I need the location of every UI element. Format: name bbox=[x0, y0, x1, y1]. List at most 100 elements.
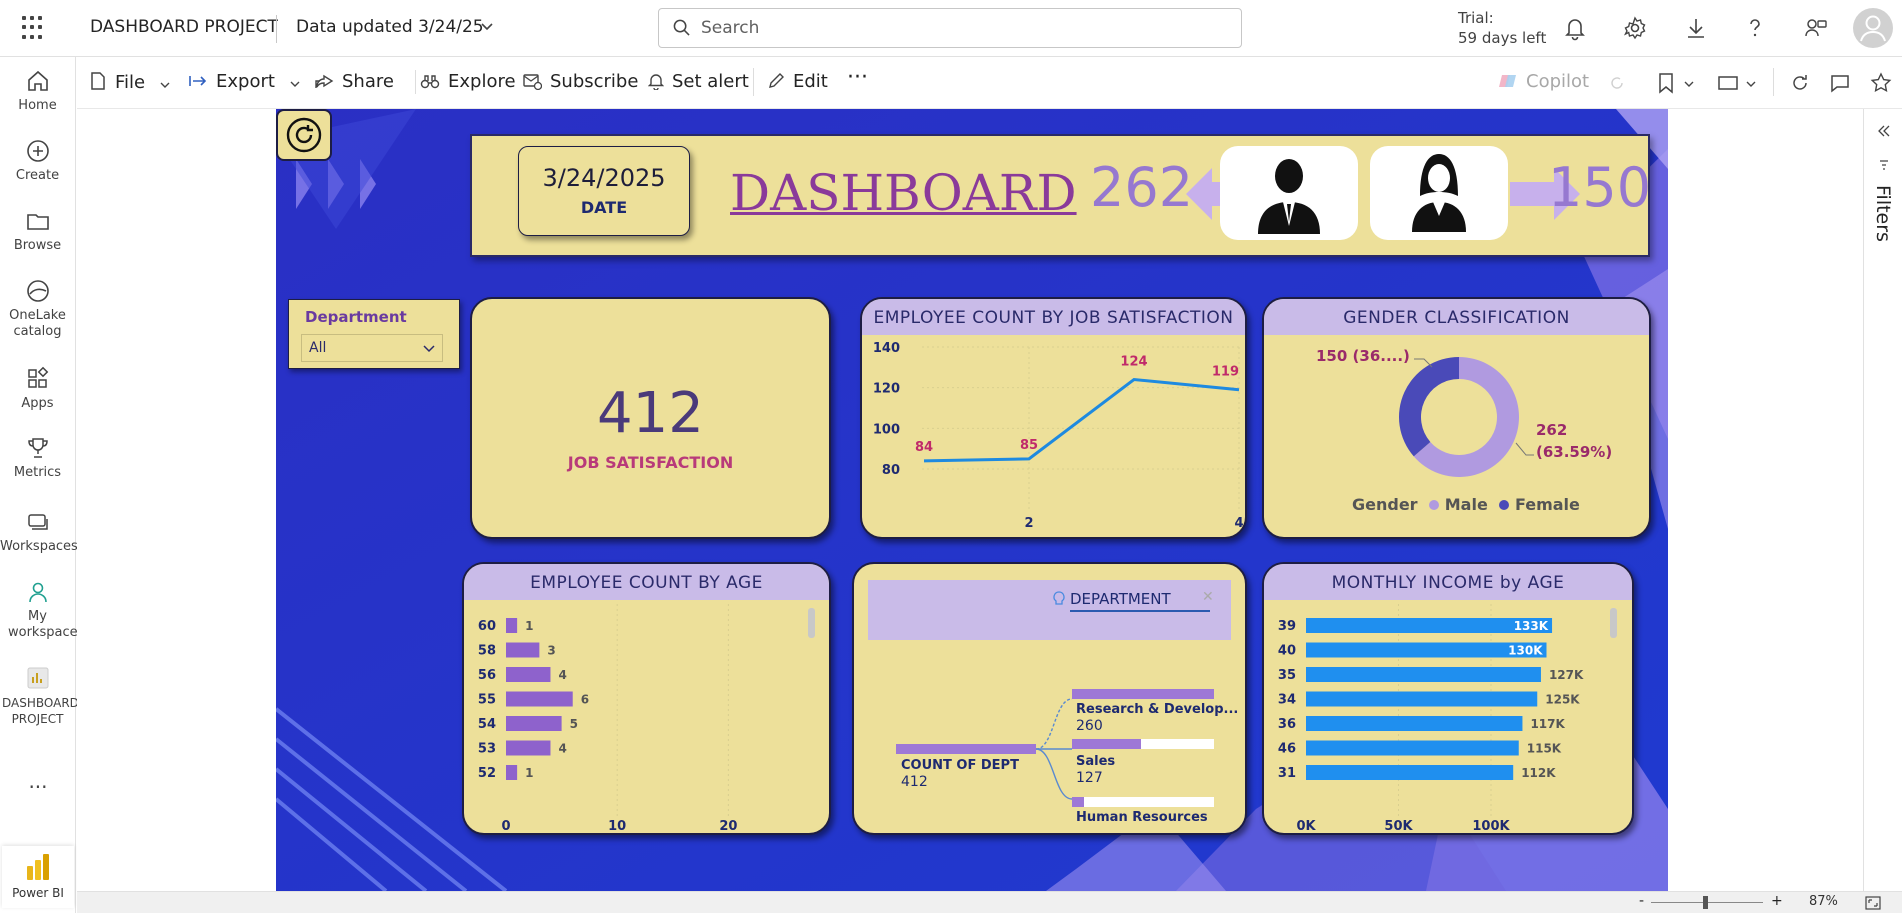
age-bar-chart[interactable]: 0 10 20 60 1 58 3 56 4 55 6 54 5 53 4 52 1 bbox=[464, 600, 831, 835]
zoom-out-button[interactable]: - bbox=[1639, 893, 1644, 909]
line-chart-card: EMPLOYEE COUNT BY JOB SATISFACTION 80 100… bbox=[860, 297, 1247, 539]
age-chart-title: EMPLOYEE COUNT BY AGE bbox=[464, 564, 829, 600]
income-bar-chart[interactable]: 0K 50K 100K 39 133K 40 130K 35 127K 34 125K 36 117K 4… bbox=[1264, 600, 1634, 835]
y-tick-label: 55 bbox=[478, 693, 496, 708]
x-tick-label: 50K bbox=[1384, 819, 1413, 834]
onelake-icon bbox=[26, 280, 49, 302]
data-label: 119 bbox=[1212, 365, 1239, 380]
nav-my-workspace[interactable]: My workspace bbox=[0, 579, 78, 641]
edit-button[interactable]: Edit bbox=[767, 71, 828, 92]
legend-female-label[interactable]: Female bbox=[1515, 495, 1580, 514]
reset-icon[interactable] bbox=[1608, 74, 1626, 92]
copilot-button[interactable]: Copilot bbox=[1498, 71, 1589, 92]
zoom-in-button[interactable]: + bbox=[1771, 893, 1783, 909]
nav-browse[interactable]: Browse bbox=[0, 208, 75, 254]
trial-line-2: 59 days left bbox=[1458, 29, 1547, 47]
nav-onelake[interactable]: OneLake catalog bbox=[0, 278, 75, 340]
zoom-slider-handle[interactable] bbox=[1703, 896, 1708, 909]
node-value: 260 bbox=[1076, 718, 1103, 734]
file-icon bbox=[91, 72, 105, 90]
department-slicer[interactable]: Department All bbox=[288, 299, 460, 369]
bookmark-icon[interactable] bbox=[1656, 72, 1676, 94]
kpi-value: 412 bbox=[597, 381, 704, 446]
nav-home[interactable]: Home bbox=[0, 68, 75, 114]
bar bbox=[506, 642, 540, 658]
y-tick-label: 34 bbox=[1278, 693, 1296, 708]
search-box[interactable] bbox=[658, 8, 1242, 48]
collapse-icon[interactable] bbox=[1877, 124, 1891, 138]
app-title[interactable]: DASHBOARD PROJECT bbox=[90, 17, 278, 37]
y-tick-label: 120 bbox=[873, 382, 900, 397]
data-label: 130K bbox=[1508, 644, 1543, 658]
node-label[interactable]: Research & Develop... bbox=[1076, 702, 1238, 717]
bar bbox=[506, 667, 551, 682]
y-tick-label: 58 bbox=[478, 644, 496, 659]
comment-icon[interactable] bbox=[1829, 72, 1851, 94]
nav-create[interactable]: Create bbox=[0, 138, 75, 184]
more-icon[interactable]: ... bbox=[25, 769, 51, 793]
y-tick-label: 140 bbox=[873, 341, 900, 356]
explore-button[interactable]: Explore bbox=[416, 71, 516, 92]
export-icon bbox=[189, 76, 207, 86]
x-tick-label: 2 bbox=[1024, 516, 1033, 531]
search-icon bbox=[673, 19, 690, 36]
income-chart-title: MONTHLY INCOME by AGE bbox=[1264, 564, 1632, 600]
reset-filters-button[interactable] bbox=[276, 109, 332, 161]
chevron-down-icon[interactable] bbox=[1683, 78, 1695, 90]
nav-metrics[interactable]: Metrics bbox=[0, 435, 75, 481]
female-person-icon bbox=[1412, 154, 1466, 232]
line-chart[interactable]: 80 100 120 140 2 4 84 85 124 119 bbox=[862, 335, 1247, 539]
chevron-down-icon[interactable] bbox=[1745, 78, 1757, 90]
chevron-down-icon bbox=[160, 82, 170, 88]
set-alert-button[interactable]: Set alert bbox=[647, 71, 749, 92]
file-menu[interactable]: File bbox=[89, 71, 179, 93]
chevron-down-icon bbox=[290, 81, 300, 87]
y-tick-label: 54 bbox=[478, 717, 496, 732]
node-label[interactable]: Sales bbox=[1076, 754, 1115, 769]
refresh-icon[interactable] bbox=[1789, 72, 1811, 94]
female-count: 150 bbox=[1548, 156, 1652, 219]
share-button[interactable]: Share bbox=[314, 71, 394, 92]
trophy-icon bbox=[27, 438, 48, 458]
download-icon[interactable] bbox=[1683, 15, 1709, 41]
gear-icon[interactable] bbox=[1622, 15, 1648, 41]
export-label: Export bbox=[216, 71, 275, 92]
nav-workspaces[interactable]: Workspaces bbox=[0, 509, 78, 555]
power-bi-brand[interactable]: Power BI bbox=[2, 846, 74, 908]
data-updated-label[interactable]: Data updated 3/24/25 bbox=[296, 17, 484, 37]
data-label: 85 bbox=[1020, 438, 1038, 453]
star-icon[interactable] bbox=[1870, 72, 1892, 94]
subscribe-button[interactable]: Subscribe bbox=[522, 71, 638, 92]
filters-label[interactable]: Filters bbox=[1872, 185, 1894, 242]
scrollbar[interactable] bbox=[1610, 608, 1617, 638]
nav-onelake-label: OneLake catalog bbox=[9, 308, 66, 339]
nav-metrics-label: Metrics bbox=[13, 465, 62, 480]
view-icon[interactable] bbox=[1717, 72, 1739, 94]
search-input[interactable] bbox=[701, 18, 1201, 38]
scrollbar[interactable] bbox=[808, 608, 815, 638]
help-icon[interactable] bbox=[1742, 15, 1768, 41]
chevron-down-icon bbox=[423, 345, 435, 353]
bell-icon[interactable] bbox=[1562, 15, 1588, 41]
export-menu[interactable]: Export bbox=[188, 71, 309, 92]
cmd-divider bbox=[1773, 68, 1774, 96]
trial-status[interactable]: Trial: 59 days left bbox=[1458, 8, 1546, 48]
avatar[interactable] bbox=[1853, 8, 1893, 48]
donut-legend: Gender Male Female bbox=[1352, 495, 1580, 514]
decomposition-tree[interactable] bbox=[854, 564, 1247, 835]
workspaces-icon bbox=[27, 514, 48, 530]
node-label[interactable]: Human Resources bbox=[1076, 810, 1208, 823]
chevron-down-icon[interactable] bbox=[480, 19, 494, 37]
app-launcher-icon[interactable] bbox=[22, 16, 46, 40]
more-options-button[interactable]: ··· bbox=[847, 65, 868, 90]
data-label: 125K bbox=[1545, 693, 1580, 707]
share-icon bbox=[315, 74, 334, 88]
y-tick-label: 35 bbox=[1278, 668, 1296, 683]
slicer-dropdown[interactable]: All bbox=[301, 334, 443, 362]
feedback-icon[interactable] bbox=[1803, 15, 1829, 41]
legend-male-label[interactable]: Male bbox=[1445, 495, 1488, 514]
nav-dashboard-project[interactable]: DASHBOARD PROJECT bbox=[0, 665, 79, 727]
data-label: 124 bbox=[1120, 355, 1147, 370]
nav-apps[interactable]: Apps bbox=[0, 366, 75, 412]
fit-to-page-icon[interactable] bbox=[1865, 896, 1881, 910]
